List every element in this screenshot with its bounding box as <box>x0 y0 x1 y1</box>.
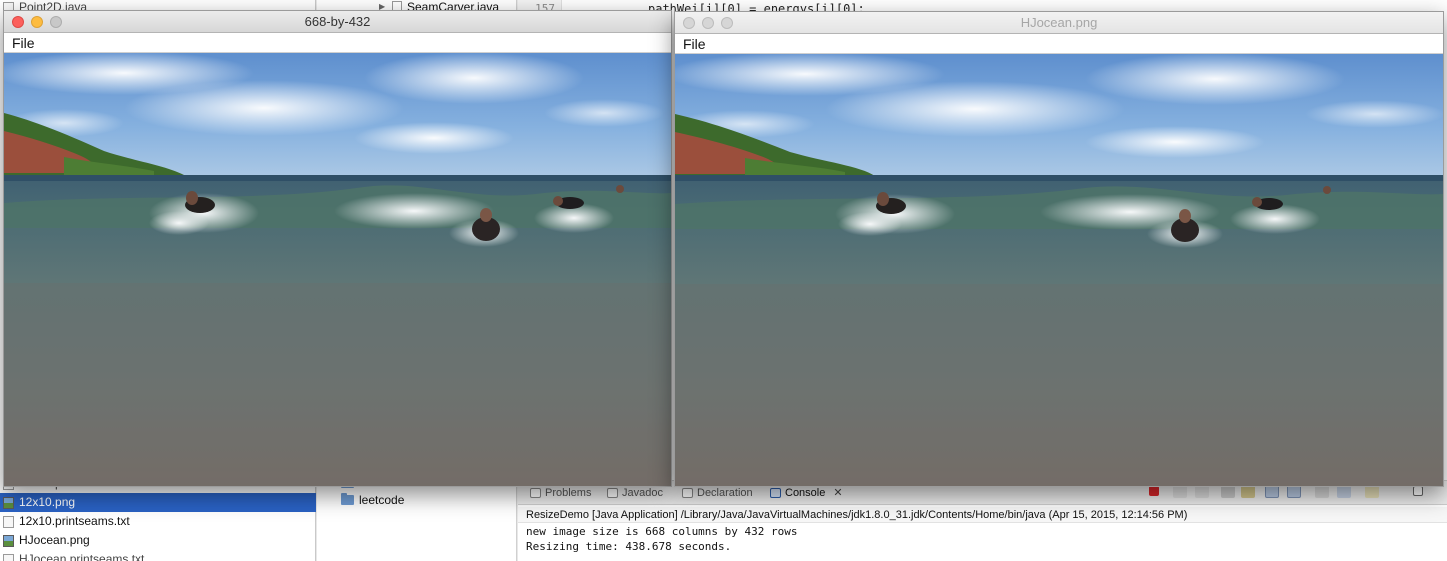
file-row-hjocean-printseams[interactable]: HJocean.printseams.txt <box>0 550 316 561</box>
ocean-surf-photo <box>675 54 1443 486</box>
menu-file[interactable]: File <box>683 36 706 52</box>
image-file-icon <box>3 535 14 547</box>
close-window-icon[interactable] <box>12 16 24 28</box>
text-file-icon <box>3 516 14 528</box>
close-window-icon[interactable] <box>683 17 695 29</box>
console-output-line: new image size is 668 columns by 432 row… <box>526 525 798 538</box>
image-file-icon <box>3 497 14 509</box>
tab-console[interactable]: Console ✕ <box>768 485 843 501</box>
image-canvas <box>675 54 1443 486</box>
tab-declaration[interactable]: Declaration <box>680 485 753 501</box>
window-titlebar[interactable]: HJocean.png <box>675 12 1443 34</box>
menu-file[interactable]: File <box>12 35 35 51</box>
console-output-line: Resizing time: 438.678 seconds. <box>526 540 732 553</box>
tree-item-leetcode[interactable]: leetcode <box>317 491 404 509</box>
window-title: HJocean.png <box>1020 15 1098 30</box>
maximize-view-icon[interactable] <box>1413 486 1423 496</box>
tree-item-label: leetcode <box>359 493 405 507</box>
folder-icon <box>341 493 354 505</box>
declaration-icon <box>682 488 693 498</box>
tab-label: Problems <box>545 487 592 499</box>
tab-problems[interactable]: Problems <box>528 485 591 501</box>
file-label: HJocean.png <box>19 533 90 547</box>
javadoc-icon <box>607 488 618 498</box>
stop-square-icon[interactable] <box>1149 486 1159 496</box>
menu-bar: File <box>4 33 671 53</box>
window-titlebar[interactable]: 668-by-432 <box>4 11 671 33</box>
resized-image-window[interactable]: 668-by-432 File <box>3 10 672 487</box>
zoom-window-icon[interactable] <box>721 17 733 29</box>
text-file-icon <box>3 554 14 561</box>
close-icon[interactable]: ✕ <box>833 487 842 499</box>
minimize-window-icon[interactable] <box>702 17 714 29</box>
minimize-window-icon[interactable] <box>31 16 43 28</box>
image-canvas <box>4 53 671 486</box>
console-view: Problems Javadoc Declaration Console ✕ R… <box>518 480 1447 561</box>
console-launch-description: ResizeDemo [Java Application] /Library/J… <box>518 507 1447 523</box>
problems-icon <box>530 488 541 498</box>
tab-label: Javadoc <box>622 487 663 499</box>
console-icon <box>770 488 781 498</box>
window-title: 668-by-432 <box>304 14 371 29</box>
file-label: 12x10.png <box>19 495 76 509</box>
tab-label: Declaration <box>697 487 753 499</box>
file-row-hjocean-png[interactable]: HJocean.png <box>0 531 316 550</box>
tab-javadoc[interactable]: Javadoc <box>605 485 663 501</box>
file-label: HJocean.printseams.txt <box>19 552 145 561</box>
file-label: 12x10.printseams.txt <box>19 514 130 528</box>
ocean-surf-photo <box>4 53 671 486</box>
zoom-window-icon[interactable] <box>50 16 62 28</box>
file-row-12x10-printseams[interactable]: 12x10.printseams.txt <box>0 512 316 531</box>
file-row-12x10-png[interactable]: 12x10.png <box>0 493 316 512</box>
original-image-window[interactable]: HJocean.png File <box>674 11 1444 487</box>
menu-bar: File <box>675 34 1443 54</box>
tab-label: Console <box>785 487 826 499</box>
